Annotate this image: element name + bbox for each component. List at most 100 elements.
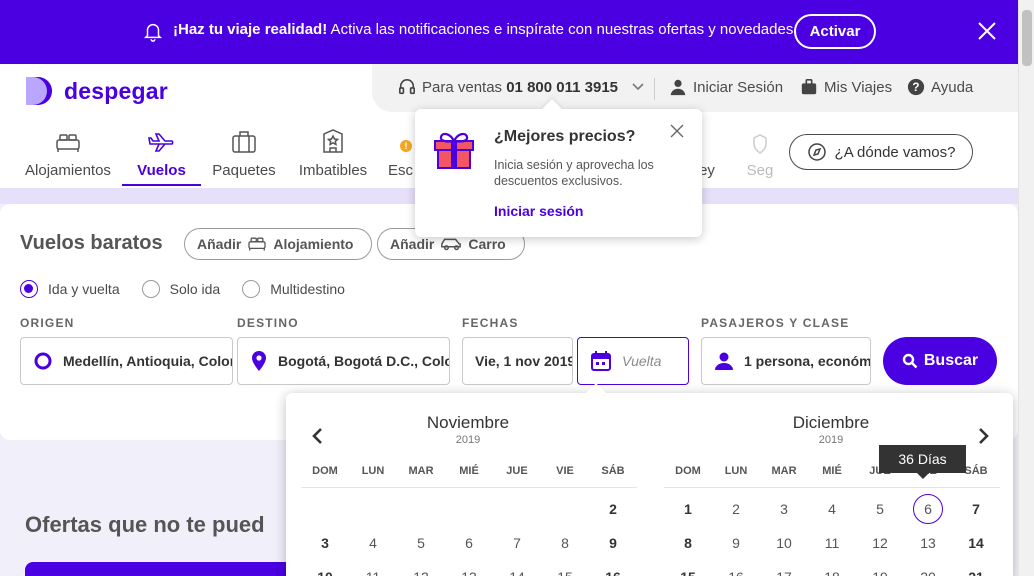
calendar-day[interactable]: 14 <box>952 528 1000 558</box>
bed-icon <box>56 134 80 152</box>
help-label: Ayuda <box>931 78 974 96</box>
brand-name: despegar <box>64 77 168 104</box>
calendar-day[interactable]: 11 <box>349 562 397 576</box>
calendar-day[interactable]: 2 <box>589 494 637 524</box>
tab-label: Paquetes <box>212 162 276 179</box>
calendar-day[interactable]: 13 <box>904 528 952 558</box>
calendar-day[interactable]: 15 <box>541 562 589 576</box>
calendar-day[interactable]: 7 <box>493 528 541 558</box>
popover-login-link[interactable]: Iniciar sesión <box>494 203 583 219</box>
calendar-day[interactable]: 18 <box>808 562 856 576</box>
calendar-day[interactable]: 13 <box>445 562 493 576</box>
calendar-day[interactable]: 20 <box>904 562 952 576</box>
dates-label: FECHAS <box>462 316 519 330</box>
calendar-day[interactable]: 12 <box>397 562 445 576</box>
calendar-day[interactable]: 16 <box>712 562 760 576</box>
calendar-day[interactable]: 19 <box>856 562 904 576</box>
calendar-day[interactable]: 8 <box>664 528 712 558</box>
my-trips-link[interactable]: Mis Viajes <box>800 78 892 96</box>
calendar-day[interactable]: 6 <box>445 528 493 558</box>
calendar-week: 12 <box>301 494 637 524</box>
calendar-day[interactable]: 12 <box>856 528 904 558</box>
search-button[interactable]: Buscar <box>883 337 997 385</box>
origin-value: Medellín, Antioquia, Colombia <box>63 353 232 369</box>
calendar-day-empty <box>301 494 349 524</box>
radio-label: Solo ida <box>169 281 221 297</box>
tab-vuelos[interactable]: Vuelos <box>122 124 201 186</box>
calendar-day[interactable]: 4 <box>349 528 397 558</box>
divider <box>664 487 1000 488</box>
tab-imbatibles[interactable]: Imbatibles <box>296 124 370 186</box>
calendar-day[interactable]: 3 <box>760 494 808 524</box>
login-link[interactable]: Iniciar Sesión <box>669 78 783 96</box>
calendar-icon <box>591 351 611 371</box>
calendar-day[interactable]: 10 <box>301 562 349 576</box>
notification-text: Activa las notificaciones e inspírate co… <box>327 21 798 38</box>
scrollbar[interactable] <box>1018 0 1034 576</box>
weekday: SÁB <box>601 465 625 477</box>
return-date-input[interactable]: Vuelta <box>577 337 689 385</box>
calendar-day[interactable]: 7 <box>952 494 1000 524</box>
trip-type-group: Ida y vuelta Solo ida Multidestino <box>20 280 367 298</box>
origin-input[interactable]: Medellín, Antioquia, Colombia <box>20 337 233 385</box>
calendar-day[interactable]: 16 <box>589 562 637 576</box>
close-icon[interactable] <box>670 124 684 138</box>
offer-card[interactable] <box>25 562 295 576</box>
calendar-day[interactable]: 9 <box>589 528 637 558</box>
calendar-day[interactable]: 5 <box>856 494 904 524</box>
weekday: LUN <box>724 465 748 477</box>
activate-notifications-button[interactable]: Activar <box>794 14 876 49</box>
scrollbar-thumb[interactable] <box>1022 10 1032 66</box>
map-pin-icon <box>252 351 266 371</box>
gift-icon <box>434 132 474 169</box>
trip-type-oneway[interactable]: Solo ida <box>141 280 221 298</box>
departure-date-input[interactable]: Vie, 1 nov 2019 <box>462 337 573 385</box>
sales-label: Para ventas <box>422 78 503 96</box>
tab-label: Seg <box>746 162 774 179</box>
calendar-week: 1234567 <box>664 494 1000 524</box>
calendar-day[interactable]: 15 <box>664 562 712 576</box>
bell-icon <box>143 23 163 42</box>
departure-value: Vie, 1 nov 2019 <box>475 353 572 369</box>
calendar-day[interactable]: 17 <box>760 562 808 576</box>
trip-type-multidestination[interactable]: Multidestino <box>242 280 345 298</box>
nights-tooltip: 36 Días <box>879 445 966 479</box>
calendar-day[interactable]: 21 <box>952 562 1000 576</box>
calendar-day[interactable]: 2 <box>712 494 760 524</box>
sales-phone-dropdown[interactable]: Para ventas 01 800 011 3915 <box>398 78 650 96</box>
passengers-input[interactable]: 1 persona, económica <box>701 337 871 385</box>
notification-bold: ¡Haz tu viaje realidad! <box>173 21 328 38</box>
tab-badge: ! <box>400 140 412 152</box>
calendar-day[interactable]: 4 <box>808 494 856 524</box>
calendar-day[interactable]: 5 <box>397 528 445 558</box>
notification-banner: ¡Haz tu viaje realidad! Activa las notif… <box>0 0 1018 64</box>
tab-paquetes[interactable]: Paquetes <box>211 124 277 186</box>
tab-seguros[interactable]: Seg <box>746 124 774 186</box>
calendar-day[interactable]: 9 <box>712 528 760 558</box>
calendar-day[interactable]: 1 <box>541 494 589 524</box>
destination-input[interactable]: Bogotá, Bogotá D.C., Colombia <box>237 337 450 385</box>
calendar-day[interactable]: 14 <box>493 562 541 576</box>
calendar-day-empty <box>349 494 397 524</box>
calendar-day[interactable]: 6 <box>904 494 952 524</box>
best-prices-popover: ¿Mejores precios? Inicia sesión y aprove… <box>415 109 702 237</box>
calendar-day[interactable]: 8 <box>541 528 589 558</box>
close-icon[interactable] <box>976 20 998 42</box>
calendar-day[interactable]: 3 <box>301 528 349 558</box>
add-lodging-button[interactable]: Añadir Alojamiento <box>184 228 373 260</box>
help-link[interactable]: ? Ayuda <box>907 78 973 96</box>
weekday-header: DOM LUN MAR MIÉ JUE VIE SÁB <box>301 465 637 477</box>
passengers-label: PASAJEROS Y CLASE <box>701 316 850 330</box>
tab-escapadas[interactable]: ! Esc <box>388 124 418 186</box>
calendar-day[interactable]: 1 <box>664 494 712 524</box>
calendar-day[interactable]: 10 <box>760 528 808 558</box>
shield-icon <box>753 134 767 154</box>
weekday: MIÉ <box>459 465 479 477</box>
logo[interactable]: despegar <box>24 75 168 107</box>
calendar-day[interactable]: 11 <box>808 528 856 558</box>
tab-alojamientos[interactable]: Alojamientos <box>24 124 112 186</box>
where-to-button[interactable]: ¿A dónde vamos? <box>789 134 973 170</box>
weekday: MAR <box>408 465 434 477</box>
trip-type-roundtrip[interactable]: Ida y vuelta <box>20 280 120 298</box>
month-header-december: Diciembre 2019 <box>663 413 999 446</box>
